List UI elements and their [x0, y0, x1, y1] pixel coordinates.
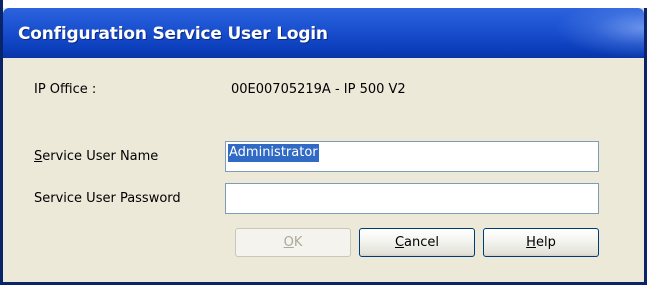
ip-office-label: IP Office : — [34, 82, 97, 97]
service-user-password-label: Service User Password — [34, 191, 181, 206]
service-user-password-input[interactable] — [225, 183, 599, 214]
service-user-name-label: Service User Name — [34, 149, 158, 164]
service-user-name-label-rest: ervice User Name — [42, 149, 159, 164]
cancel-button-accel: C — [394, 235, 405, 250]
service-user-name-value: Administrator — [228, 144, 319, 162]
help-button-rest: elp — [535, 235, 556, 250]
ok-button-accel: O — [283, 235, 294, 250]
cancel-button-rest: ancel — [404, 235, 440, 250]
title-bar[interactable]: Configuration Service User Login — [3, 8, 644, 58]
window-top-strip — [3, 0, 647, 8]
help-button-accel: H — [526, 235, 536, 250]
dialog-title: Configuration Service User Login — [18, 24, 328, 44]
service-user-name-input[interactable]: Administrator — [225, 141, 599, 172]
ok-button[interactable]: OK — [235, 228, 351, 257]
cancel-button[interactable]: Cancel — [359, 228, 475, 257]
ip-office-value: 00E00705219A - IP 500 V2 — [231, 82, 406, 97]
ok-button-rest: K — [293, 235, 303, 250]
help-button[interactable]: Help — [483, 228, 599, 257]
login-dialog: Configuration Service User Login IP Offi… — [0, 0, 647, 285]
